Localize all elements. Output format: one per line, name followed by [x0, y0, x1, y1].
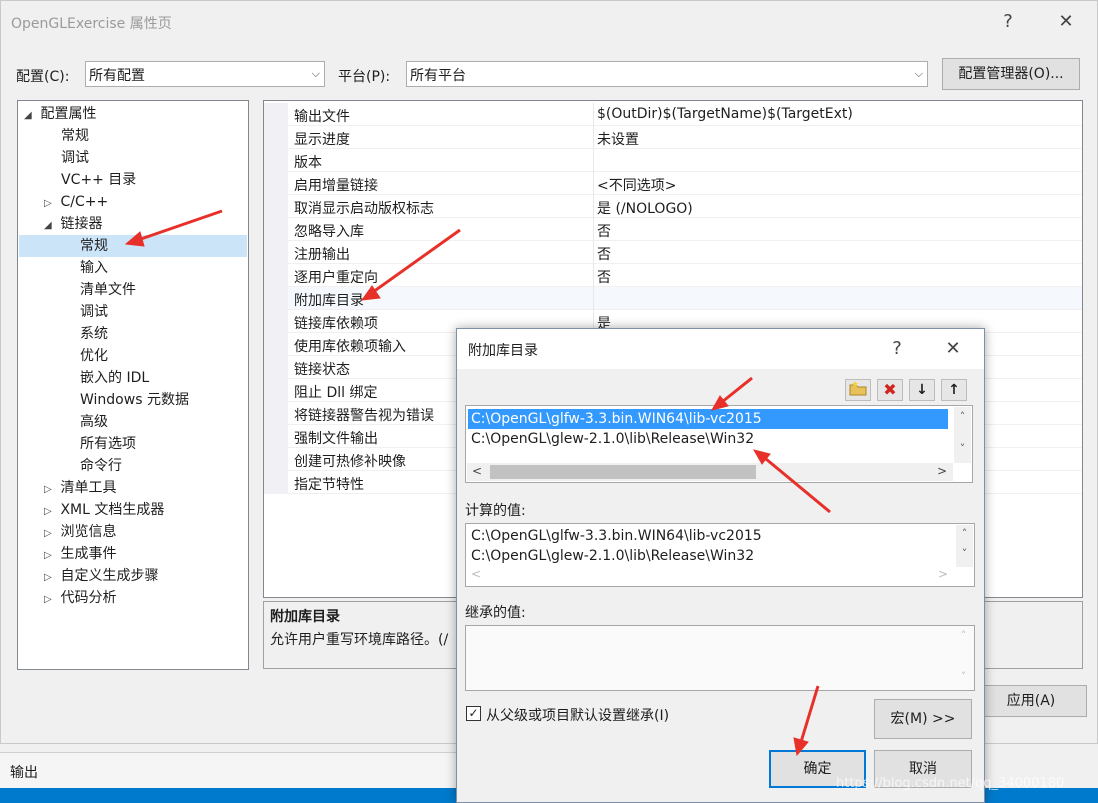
annotation-arrow — [372, 228, 461, 294]
annotation-arrow — [721, 376, 753, 404]
annotation-arrow — [765, 457, 831, 514]
annotation-arrow — [799, 685, 820, 743]
annotation-arrows — [124, 209, 831, 757]
annotation-arrow — [137, 209, 223, 242]
annotation-arrowhead — [124, 231, 145, 247]
annotation-arrowhead — [793, 737, 809, 757]
